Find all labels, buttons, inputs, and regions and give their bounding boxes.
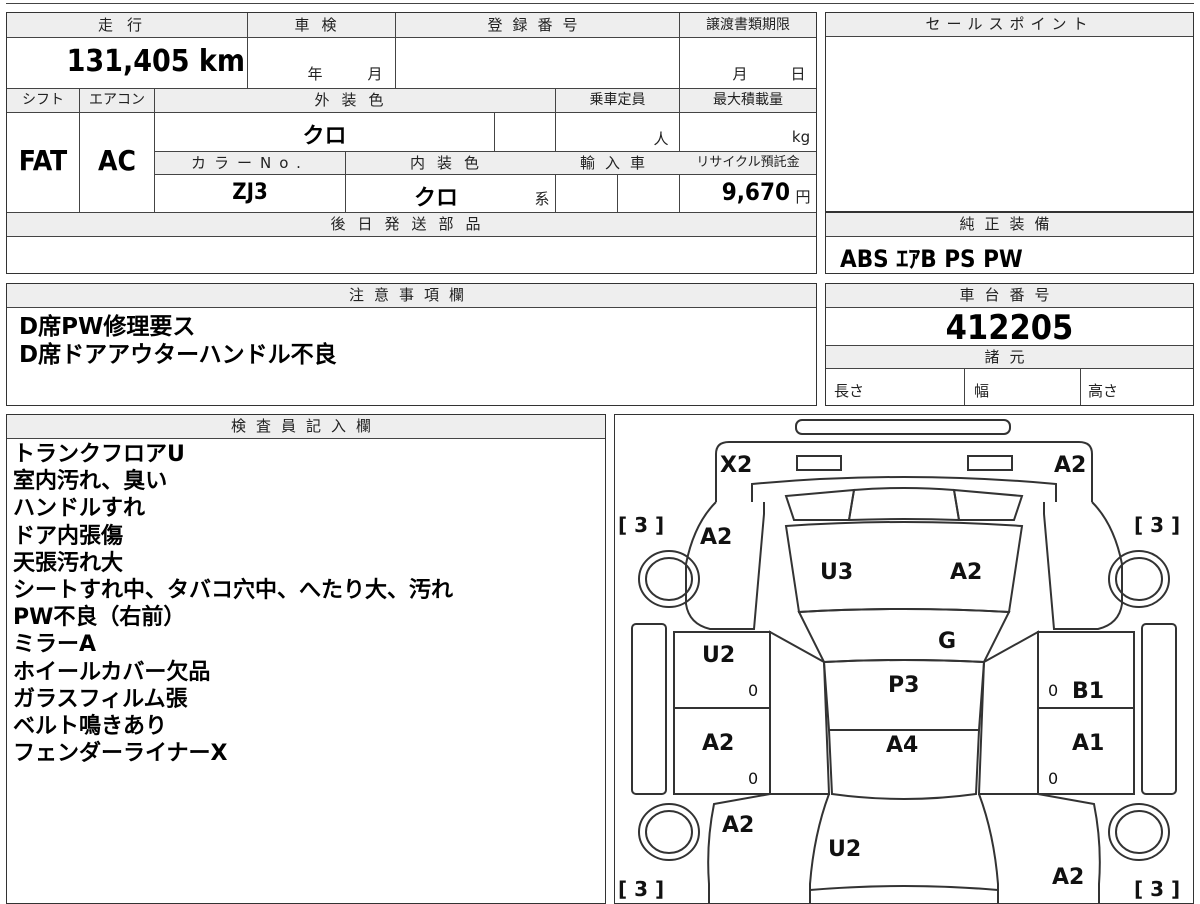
chassis-box: 車台番号 412205 諸元 長さ 幅 高さ — [825, 283, 1194, 406]
mark-rear-door-right: B1 — [1072, 679, 1104, 704]
inspector-note-line: ベルト鳴きあり — [13, 714, 168, 739]
top-strip-line — [6, 3, 1194, 4]
spec-width: 幅 — [974, 382, 990, 400]
inspector-notes-label: 検査員記入欄 — [7, 415, 605, 439]
shift-value: FAT — [18, 144, 68, 177]
rear-lamp-left — [795, 454, 842, 471]
transfer-deadline-label: 譲渡書類期限 — [706, 17, 790, 33]
mark-rear-door-left-small: 0 — [748, 681, 758, 700]
mileage-label: 走行 — [97, 16, 156, 34]
mark-front-door-left: A2 — [702, 731, 734, 756]
mark-roof-center: P3 — [888, 673, 919, 698]
inspector-note-line: シートすれ中、タバコ穴中、へたり大、汚れ — [13, 578, 454, 603]
exterior-color-value: クロ — [302, 124, 347, 149]
shaken-label: 車検 — [294, 16, 349, 34]
mark-front-door-right-small: 0 — [1048, 769, 1058, 788]
wheel-front-left — [637, 802, 700, 861]
caution-line: D席PW修理要ス — [19, 314, 196, 340]
rear-panel — [714, 440, 1093, 502]
inspector-note-line: トランクフロアU — [13, 442, 185, 467]
recycle-deposit-unit: 円 — [795, 188, 811, 206]
spec-length: 長さ — [834, 382, 865, 400]
rear-bumper — [794, 418, 1011, 435]
inspector-note-line: 室内汚れ、臭い — [13, 469, 168, 495]
inspector-note-line: ドア内張傷 — [13, 523, 124, 549]
mark-rear-door-left: U2 — [702, 643, 735, 668]
exterior-color-label: 外装色 — [314, 91, 396, 109]
inspector-note-line: ハンドルすれ — [13, 496, 146, 522]
wheel-rear-left — [637, 549, 700, 608]
mark-roof-front: A4 — [886, 733, 918, 758]
inspector-note-line: ミラーA — [13, 632, 97, 658]
equipment-label: 純正装備 — [826, 213, 1193, 237]
sales-point-box: セールスポイント — [825, 12, 1194, 212]
import-label: 輸入車 — [579, 154, 655, 172]
mark-rear-right: A2 — [1054, 453, 1086, 478]
inspector-notes-box: 検査員記入欄 トランクフロアU 室内汚れ、臭い ハンドルすれ ドア内張傷 天張汚れ大 シー… — [6, 414, 606, 904]
chassis-number-value: 412205 — [945, 308, 1074, 348]
tire-mark-front-right: [ 3 ] — [1134, 877, 1180, 901]
color-no-value: ZJ3 — [232, 180, 268, 205]
interior-color-label: 内装色 — [409, 154, 491, 172]
transfer-day: 日 — [790, 65, 806, 83]
mark-front-door-right: A1 — [1072, 731, 1104, 756]
mark-front-fender-left: A2 — [722, 813, 754, 838]
interior-suffix: 系 — [534, 190, 550, 208]
mark-roof-left: U3 — [820, 560, 853, 585]
specs-label: 諸元 — [826, 345, 1193, 369]
color-no-label: カラーNo. — [191, 154, 309, 172]
shaken-month: 月 — [367, 65, 383, 83]
capacity-unit: 人 — [653, 130, 669, 148]
caution-label: 注意事項欄 — [7, 284, 816, 308]
tire-mark-rear-right: [ 3 ] — [1134, 513, 1180, 537]
later-parts-label: 後日発送部品 — [330, 215, 493, 233]
wheel-front-right — [1107, 802, 1170, 861]
registration-label: 登録番号 — [487, 16, 588, 34]
recycle-deposit-value: 9,670 — [721, 178, 790, 206]
inspector-note-line: ガラスフィルム張 — [13, 686, 188, 712]
inspector-note-line: フェンダーライナーX — [13, 741, 228, 767]
inspector-note-line: ホイールカバー欠品 — [13, 659, 211, 685]
max-load-label: 最大積載量 — [713, 92, 783, 108]
mark-rear-left: X2 — [720, 453, 752, 478]
mark-front-fender-right: A2 — [1052, 865, 1084, 890]
inspector-note-line: PW不良（右前） — [13, 605, 186, 631]
mark-front-door-left-small: 0 — [748, 769, 758, 788]
inspector-note-line: 天張汚れ大 — [13, 550, 124, 576]
caution-box: 注意事項欄 D席PW修理要ス D席ドアアウターハンドル不良 — [6, 283, 817, 406]
shift-label: シフト — [22, 92, 64, 108]
capacity-label: 乗車定員 — [589, 92, 646, 108]
equipment-box: 純正装備 ABS ｴｱB PS PW — [825, 212, 1194, 274]
mark-rear-door-right-small: 0 — [1048, 681, 1058, 700]
interior-color-value: クロ — [413, 186, 458, 211]
max-load-unit: kg — [791, 128, 811, 146]
recycle-deposit-label: リサイクル預託金 — [696, 155, 800, 170]
transfer-month: 月 — [732, 65, 748, 83]
windshield — [796, 607, 1011, 663]
mark-pillar: G — [938, 629, 956, 654]
mark-rear-quarter-left: A2 — [700, 525, 732, 550]
equipment-value: ABS ｴｱB PS PW — [840, 245, 1023, 273]
rear-lamp-right — [966, 454, 1013, 471]
caution-line: D席ドアアウターハンドル不良 — [19, 342, 337, 368]
mark-hood: U2 — [828, 837, 861, 862]
mark-roof-right: A2 — [950, 560, 982, 585]
shaken-year: 年 — [307, 65, 323, 83]
tire-mark-front-left: [ 3 ] — [618, 877, 664, 901]
damage-diagram-box: X2 A2 A2 U3 A2 G U2 P3 B1 A2 A4 A1 A2 U2… — [614, 414, 1194, 904]
tire-mark-rear-left: [ 3 ] — [618, 513, 664, 537]
sales-point-label: セールスポイント — [826, 13, 1193, 37]
mileage-value: 131,405 km — [66, 44, 245, 79]
aircon-value: AC — [98, 144, 136, 177]
car-diagram: X2 A2 A2 U3 A2 G U2 P3 B1 A2 A4 A1 A2 U2… — [618, 418, 1180, 904]
chassis-number-label: 車台番号 — [826, 284, 1193, 308]
trunk-lid — [750, 475, 1057, 502]
spec-height: 高さ — [1088, 382, 1119, 400]
wheel-rear-right — [1107, 549, 1170, 608]
aircon-label: エアコン — [89, 92, 145, 108]
